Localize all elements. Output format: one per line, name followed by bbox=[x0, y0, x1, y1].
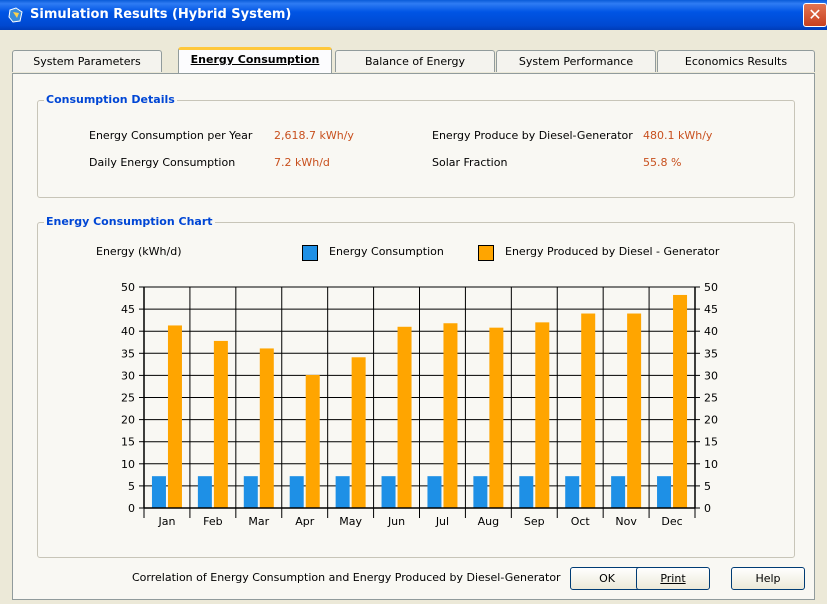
y-tick-label-left: 25 bbox=[121, 392, 135, 405]
tab-system-performance[interactable]: System Performance bbox=[496, 50, 656, 72]
y-tick-label-left: 10 bbox=[121, 458, 135, 471]
app-icon bbox=[8, 7, 23, 23]
tab-label: System Performance bbox=[518, 55, 634, 68]
x-tick-label: Dec bbox=[661, 515, 682, 528]
tab-label: Energy Consumption bbox=[190, 53, 320, 66]
y-tick-label-left: 0 bbox=[128, 502, 135, 515]
y-tick-label-right: 0 bbox=[704, 502, 711, 515]
ok-button[interactable]: OK bbox=[570, 567, 644, 590]
bar-diesel-generator bbox=[443, 323, 458, 508]
y-tick-label-left: 35 bbox=[121, 347, 135, 360]
close-icon: ✕ bbox=[808, 5, 822, 24]
y-tick-label-right: 10 bbox=[704, 458, 718, 471]
bar-energy-consumption bbox=[243, 476, 258, 508]
bar-diesel-generator bbox=[167, 325, 182, 508]
x-tick-label: Aug bbox=[478, 515, 499, 528]
bar-energy-consumption bbox=[289, 476, 304, 508]
y-tick-label-left: 30 bbox=[121, 369, 135, 382]
bar-diesel-generator bbox=[351, 357, 366, 508]
bar-diesel-generator bbox=[627, 313, 642, 508]
x-tick-label: Oct bbox=[571, 515, 591, 528]
bar-diesel-generator bbox=[397, 326, 412, 508]
y-tick-label-left: 40 bbox=[121, 325, 135, 338]
simulation-results-window: Simulation Results (Hybrid System) ✕ Sys… bbox=[0, 0, 827, 604]
bar-energy-consumption bbox=[611, 476, 626, 508]
x-tick-label: Jul bbox=[435, 515, 449, 528]
x-tick-label: Sep bbox=[524, 515, 545, 528]
y-tick-label-right: 50 bbox=[704, 281, 718, 294]
help-button[interactable]: Help bbox=[731, 567, 805, 590]
bar-diesel-generator bbox=[535, 322, 550, 508]
y-tick-label-left: 5 bbox=[128, 480, 135, 493]
bar-energy-consumption bbox=[657, 476, 672, 508]
bar-energy-consumption bbox=[197, 476, 212, 508]
tab-economics-results[interactable]: Economics Results bbox=[657, 50, 815, 72]
bar-diesel-generator bbox=[581, 313, 596, 508]
bar-energy-consumption bbox=[565, 476, 580, 508]
y-tick-label-right: 15 bbox=[704, 436, 718, 449]
x-tick-label: Feb bbox=[203, 515, 222, 528]
bar-energy-consumption bbox=[519, 476, 534, 508]
window-title: Simulation Results (Hybrid System) bbox=[30, 7, 292, 22]
y-tick-label-right: 35 bbox=[704, 347, 718, 360]
x-tick-label: Nov bbox=[615, 515, 637, 528]
chart-caption: Correlation of Energy Consumption and En… bbox=[132, 571, 561, 584]
bar-diesel-generator bbox=[259, 348, 274, 508]
y-tick-label-right: 25 bbox=[704, 392, 718, 405]
tab-label: System Parameters bbox=[33, 55, 141, 68]
y-tick-label-left: 15 bbox=[121, 436, 135, 449]
tab-energy-consumption[interactable]: Energy Consumption bbox=[178, 47, 332, 73]
y-tick-label-left: 50 bbox=[121, 281, 135, 294]
tab-label: Balance of Energy bbox=[365, 55, 465, 68]
bar-diesel-generator bbox=[489, 327, 504, 508]
bar-energy-consumption bbox=[335, 476, 350, 508]
x-tick-label: Jun bbox=[387, 515, 405, 528]
bar-diesel-generator bbox=[673, 294, 688, 508]
tab-bar: System Parameters Energy Consumption Bal… bbox=[12, 47, 816, 74]
y-tick-label-left: 45 bbox=[121, 303, 135, 316]
energy-consumption-chart: 0 0 5 5 10 10 15 15 20 20 25 25 30 30 35 35 40 40 45 45 50 50… bbox=[121, 281, 718, 528]
x-tick-label: Apr bbox=[295, 515, 315, 528]
bar-diesel-generator bbox=[305, 374, 320, 508]
bar-energy-consumption bbox=[473, 476, 488, 508]
bar-energy-consumption bbox=[151, 476, 166, 508]
x-tick-label: Jan bbox=[157, 515, 175, 528]
title-bar[interactable]: Simulation Results (Hybrid System) ✕ bbox=[0, 0, 827, 30]
bar-diesel-generator bbox=[213, 340, 228, 508]
bar-energy-consumption bbox=[381, 476, 396, 508]
y-tick-label-right: 40 bbox=[704, 325, 718, 338]
y-tick-label-left: 20 bbox=[121, 414, 135, 427]
print-button[interactable]: Print bbox=[636, 567, 710, 590]
y-tick-label-right: 5 bbox=[704, 480, 711, 493]
y-tick-label-right: 30 bbox=[704, 369, 718, 382]
close-button[interactable]: ✕ bbox=[803, 3, 827, 27]
y-tick-label-right: 45 bbox=[704, 303, 718, 316]
tab-system-parameters[interactable]: System Parameters bbox=[12, 50, 162, 72]
tab-balance-of-energy[interactable]: Balance of Energy bbox=[335, 50, 495, 72]
bar-energy-consumption bbox=[427, 476, 442, 508]
x-tick-label: May bbox=[339, 515, 362, 528]
tab-panel: Consumption Details Energy Consumption p… bbox=[12, 73, 815, 600]
tab-label: Economics Results bbox=[684, 55, 788, 68]
y-tick-label-right: 20 bbox=[704, 414, 718, 427]
x-tick-label: Mar bbox=[248, 515, 269, 528]
